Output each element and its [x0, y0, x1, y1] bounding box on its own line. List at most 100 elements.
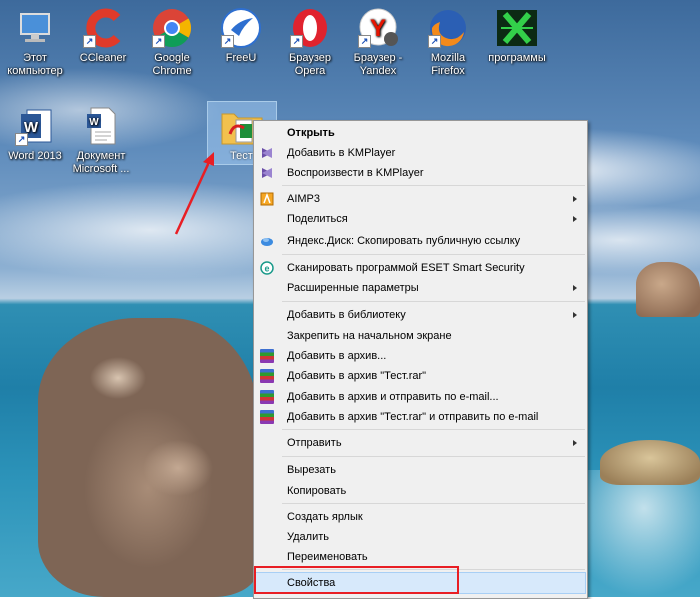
menu-item-archive-email[interactable]: Добавить в архив и отправить по e-mail..… — [256, 387, 585, 407]
menu-item-label: Воспроизвести в KMPlayer — [287, 167, 424, 179]
shortcut-arrow-icon: ↗ — [290, 35, 303, 48]
menu-item-advanced[interactable]: Расширенные параметры — [256, 278, 585, 298]
desktop-icon-ccleaner[interactable]: ↗ CCleaner — [68, 6, 138, 65]
menu-item-label: Добавить в KMPlayer — [287, 147, 396, 159]
menu-separator — [282, 185, 585, 186]
submenu-arrow-icon — [573, 196, 577, 202]
menu-item-eset-scan[interactable]: e Сканировать программой ESET Smart Secu… — [256, 258, 585, 278]
submenu-arrow-icon — [573, 285, 577, 291]
winrar-icon — [260, 369, 274, 383]
menu-item-play-kmplayer[interactable]: Воспроизвести в KMPlayer — [256, 163, 585, 183]
rock-large — [38, 318, 258, 597]
desktop-icon-label: Документ Microsoft ... — [72, 150, 130, 175]
annotation-highlight-box — [254, 566, 459, 594]
menu-item-label: Яндекс.Диск: Скопировать публичную ссылк… — [287, 235, 521, 247]
submenu-arrow-icon — [573, 216, 577, 222]
svg-text:Y: Y — [370, 15, 386, 42]
menu-item-copy[interactable]: Копировать — [256, 481, 585, 501]
menu-separator — [282, 301, 585, 302]
computer-icon — [13, 6, 57, 50]
menu-separator — [282, 429, 585, 430]
eset-icon: e — [260, 261, 274, 275]
menu-item-label: AIMP3 — [287, 193, 321, 205]
menu-item-label: Поделиться — [287, 213, 348, 225]
desktop-icon-label: Этот компьютер — [7, 52, 63, 77]
menu-item-cut[interactable]: Вырезать — [256, 460, 585, 480]
menu-item-label: Добавить в архив... — [287, 350, 387, 362]
menu-item-aimp3[interactable]: AIMP3 — [256, 189, 585, 209]
desktop-icon-freeu[interactable]: ↗ FreeU — [206, 6, 276, 65]
desktop-icon-document[interactable]: W Документ Microsoft ... — [66, 104, 136, 176]
kmplayer-icon — [260, 146, 274, 160]
desktop-icon-label: FreeU — [225, 52, 257, 64]
annotation-arrow — [174, 152, 214, 235]
menu-item-pin-start[interactable]: Закрепить на начальном экране — [256, 326, 585, 346]
menu-item-label: Сканировать программой ESET Smart Securi… — [287, 262, 525, 274]
yandex-disk-icon — [260, 234, 274, 248]
menu-item-open[interactable]: Открыть — [256, 123, 585, 143]
desktop-icon-chrome[interactable]: ↗ Google Chrome — [137, 6, 207, 78]
menu-item-label: Переименовать — [287, 551, 368, 563]
document-icon: W — [79, 104, 123, 148]
menu-item-archive-test-rar-email[interactable]: Добавить в архив "Тест.rar" и отправить … — [256, 407, 585, 427]
menu-item-label: Добавить в архив "Тест.rar" — [287, 370, 427, 382]
ccleaner-icon: ↗ — [81, 6, 125, 50]
firefox-icon: ↗ — [426, 6, 470, 50]
winrar-icon — [260, 410, 274, 424]
word-icon: W ↗ — [13, 104, 57, 148]
menu-item-create-shortcut[interactable]: Создать ярлык — [256, 507, 585, 527]
svg-text:W: W — [89, 117, 99, 128]
menu-separator — [282, 456, 585, 457]
winrar-icon — [260, 349, 274, 363]
menu-item-delete[interactable]: Удалить — [256, 527, 585, 547]
shortcut-arrow-icon: ↗ — [83, 35, 96, 48]
menu-item-rename[interactable]: Переименовать — [256, 547, 585, 567]
menu-item-label: Расширенные параметры — [287, 282, 419, 294]
desktop-icon-yandex[interactable]: Y ↗ Браузер - Yandex — [343, 6, 413, 78]
menu-item-send-to[interactable]: Отправить — [256, 433, 585, 453]
kmplayer-icon — [260, 166, 274, 180]
menu-item-label: Открыть — [287, 127, 335, 139]
desktop-icon-label: программы — [488, 52, 546, 64]
menu-item-label: Добавить в архив "Тест.rar" и отправить … — [287, 411, 539, 423]
desktop-icon-firefox[interactable]: ↗ Mozilla Firefox — [413, 6, 483, 78]
menu-item-label: Отправить — [287, 437, 342, 449]
desktop-icon-label: CCleaner — [79, 52, 127, 64]
menu-separator — [282, 254, 585, 255]
menu-item-share[interactable]: Поделиться — [256, 209, 585, 229]
freeu-icon: ↗ — [219, 6, 263, 50]
shortcut-arrow-icon: ↗ — [15, 133, 28, 146]
menu-item-label: Добавить в архив и отправить по e-mail..… — [287, 391, 499, 403]
desktop-icon-label: Браузер Opera — [289, 52, 331, 77]
chrome-icon: ↗ — [150, 6, 194, 50]
menu-item-add-archive[interactable]: Добавить в архив... — [256, 346, 585, 366]
aimp-icon — [260, 192, 274, 206]
desktop-icon-programs[interactable]: программы — [482, 6, 552, 65]
desktop-icon-label: Тест — [230, 150, 253, 162]
menu-item-add-kmplayer[interactable]: Добавить в KMPlayer — [256, 143, 585, 163]
submenu-arrow-icon — [573, 312, 577, 318]
menu-separator — [282, 503, 585, 504]
opera-icon: ↗ — [288, 6, 332, 50]
shortcut-arrow-icon: ↗ — [221, 35, 234, 48]
desktop-icon-label: Браузер - Yandex — [353, 52, 403, 77]
menu-item-add-archive-test-rar[interactable]: Добавить в архив "Тест.rar" — [256, 366, 585, 386]
desktop-icon-opera[interactable]: ↗ Браузер Opera — [275, 6, 345, 78]
shortcut-arrow-icon: ↗ — [358, 35, 371, 48]
desktop-icon-word[interactable]: W ↗ Word 2013 — [0, 104, 70, 163]
yandex-icon: Y ↗ — [356, 6, 400, 50]
menu-item-label: Создать ярлык — [287, 511, 363, 523]
shortcut-arrow-icon: ↗ — [152, 35, 165, 48]
menu-item-yandex-disk[interactable]: Яндекс.Диск: Скопировать публичную ссылк… — [256, 231, 585, 251]
menu-item-label: Копировать — [287, 485, 347, 497]
submenu-arrow-icon — [573, 440, 577, 446]
desktop-icon-this-computer[interactable]: Этот компьютер — [0, 6, 70, 78]
desktop-icon-label: Mozilla Firefox — [430, 52, 466, 77]
menu-item-label: Удалить — [287, 531, 329, 543]
programs-icon — [495, 6, 539, 50]
desktop-icon-label: Word 2013 — [8, 150, 62, 162]
rock-small — [636, 262, 700, 317]
winrar-icon — [260, 390, 274, 404]
menu-item-add-library[interactable]: Добавить в библиотеку — [256, 305, 585, 325]
context-menu: Открыть Добавить в KMPlayer Воспроизвест… — [253, 120, 588, 599]
